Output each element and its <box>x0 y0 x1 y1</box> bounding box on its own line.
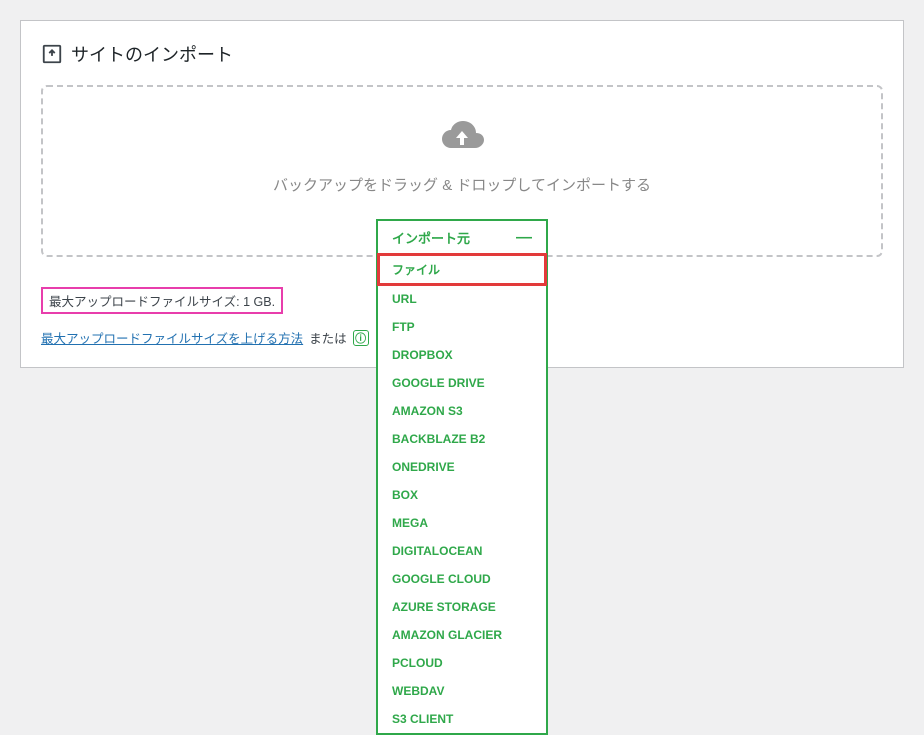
dropdown-item-backblaze-b2[interactable]: BACKBLAZE B2 <box>378 425 546 453</box>
dropdown-label: インポート元 <box>392 228 470 247</box>
import-source-dropdown: インポート元 — ファイル URL FTP DROPBOX GOOGLE DRI… <box>376 219 548 735</box>
dropdown-item-s3-client[interactable]: S3 CLIENT <box>378 705 546 733</box>
dropdown-item-amazon-glacier[interactable]: AMAZON GLACIER <box>378 621 546 649</box>
import-icon <box>41 43 63 65</box>
dropdown-item-onedrive[interactable]: ONEDRIVE <box>378 453 546 481</box>
max-upload-size: 最大アップロードファイルサイズ: 1 GB. <box>41 287 283 314</box>
max-size-value: 1 GB. <box>243 295 275 309</box>
dropdown-item-azure-storage[interactable]: AZURE STORAGE <box>378 593 546 621</box>
info-icon[interactable]: ⓘ <box>353 330 369 346</box>
page-title: サイトのインポート <box>71 41 233 67</box>
increase-size-link[interactable]: 最大アップロードファイルサイズを上げる方法 <box>41 328 303 347</box>
dropzone-text: バックアップをドラッグ & ドロップしてインポートする <box>63 174 861 195</box>
dropdown-toggle[interactable]: インポート元 — <box>378 221 546 254</box>
dropdown-item-url[interactable]: URL <box>378 285 546 313</box>
dropdown-container: インポート元 — ファイル URL FTP DROPBOX GOOGLE DRI… <box>376 219 548 735</box>
dropdown-item-dropbox[interactable]: DROPBOX <box>378 341 546 369</box>
dropdown-item-webdav[interactable]: WEBDAV <box>378 677 546 705</box>
dropdown-item-mega[interactable]: MEGA <box>378 509 546 537</box>
dropdown-item-pcloud[interactable]: PCLOUD <box>378 649 546 677</box>
cloud-upload-icon <box>438 117 486 160</box>
panel-header: サイトのインポート <box>41 41 883 67</box>
collapse-icon: — <box>516 230 532 246</box>
import-panel: サイトのインポート バックアップをドラッグ & ドロップしてインポートする イン… <box>20 20 904 368</box>
dropdown-item-file[interactable]: ファイル <box>378 254 546 285</box>
dropdown-item-google-drive[interactable]: GOOGLE DRIVE <box>378 369 546 397</box>
or-text: または <box>309 328 347 347</box>
dropdown-item-amazon-s3[interactable]: AMAZON S3 <box>378 397 546 425</box>
dropdown-list: ファイル URL FTP DROPBOX GOOGLE DRIVE AMAZON… <box>378 254 546 733</box>
dropdown-item-digitalocean[interactable]: DIGITALOCEAN <box>378 537 546 565</box>
dropdown-item-google-cloud[interactable]: GOOGLE CLOUD <box>378 565 546 593</box>
max-size-label: 最大アップロードファイルサイズ: <box>49 295 240 309</box>
dropdown-item-box[interactable]: BOX <box>378 481 546 509</box>
dropdown-item-ftp[interactable]: FTP <box>378 313 546 341</box>
